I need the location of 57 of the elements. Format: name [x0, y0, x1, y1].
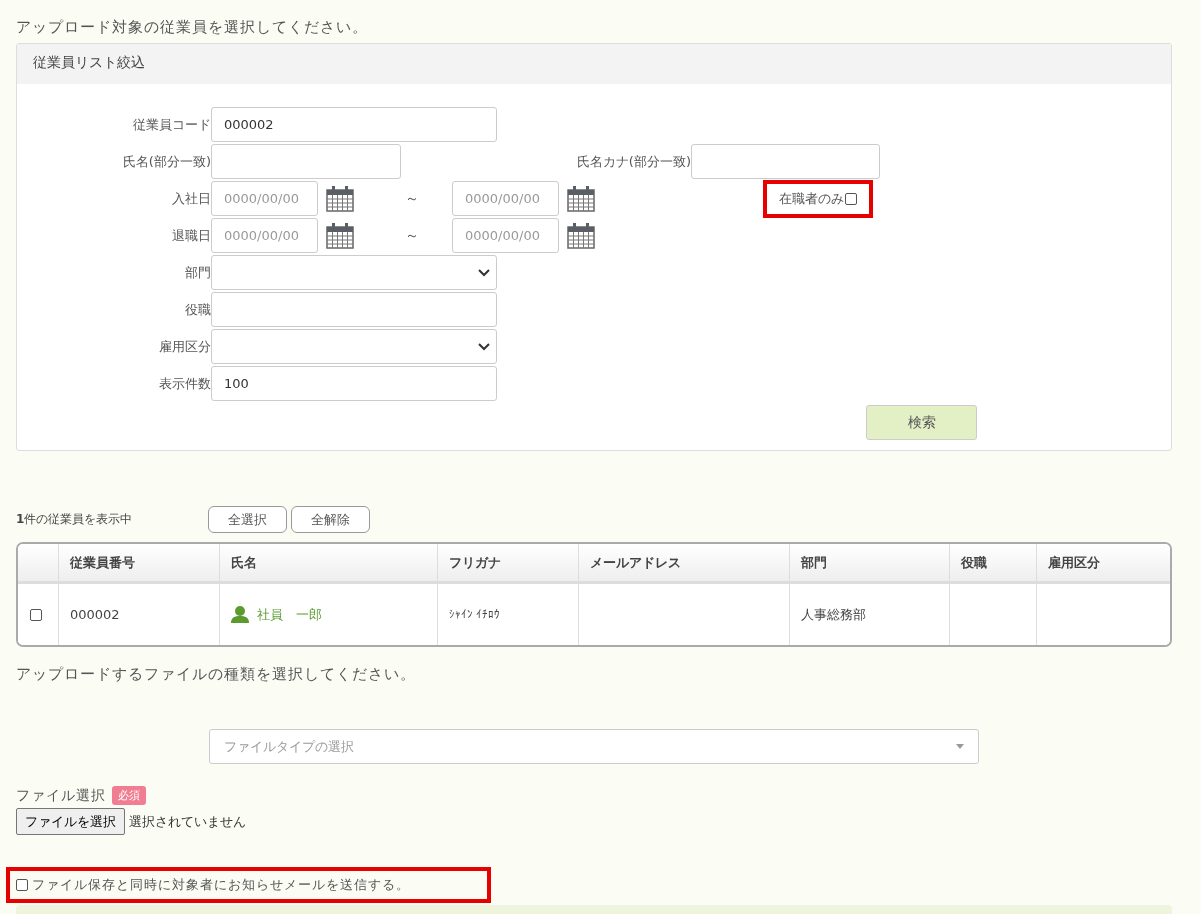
calendar-icon[interactable]	[326, 185, 354, 212]
field-label: ファイル選択	[16, 786, 106, 805]
field-label: 表示件数	[158, 374, 211, 393]
select-field[interactable]	[211, 329, 497, 364]
calendar-icon[interactable]	[326, 222, 354, 249]
column-header: フリガナ	[437, 544, 578, 581]
column-header: 部門	[789, 544, 949, 581]
select-toggle-button[interactable]: 全選択	[208, 506, 287, 533]
date-field[interactable]: 0000/00/00	[452, 181, 559, 216]
input-field[interactable]	[211, 144, 401, 179]
checkbox[interactable]	[845, 192, 857, 205]
date-field[interactable]: 0000/00/00	[211, 218, 318, 253]
date-field[interactable]: 0000/00/00	[211, 181, 318, 216]
field-label: 退職日	[171, 226, 211, 245]
column-header: 氏名	[219, 544, 437, 581]
field-label: 雇用区分	[158, 337, 211, 356]
column-header: メールアドレス	[578, 544, 789, 581]
instruction-text: アップロード対象の従業員を選択してください。	[16, 18, 369, 37]
select-field[interactable]	[211, 255, 497, 290]
employee-name-link[interactable]: 社員 一郎	[257, 605, 322, 624]
column-header: 役職	[949, 544, 1036, 581]
table-cell: ｼｬｲﾝ ｲﾁﾛｳ	[437, 584, 578, 645]
search-button[interactable]: 検索	[866, 405, 977, 440]
column-header: 従業員番号	[58, 544, 219, 581]
caret-icon	[956, 744, 964, 749]
field-label: 部門	[184, 263, 211, 282]
checkbox-label: ファイル保存と同時に対象者にお知らせメールを送信する。	[32, 876, 410, 894]
field-label: 役職	[184, 300, 211, 319]
result-count: 1件の従業員を表示中	[16, 511, 134, 528]
select-toggle-button[interactable]: 全解除	[291, 506, 370, 533]
input-field[interactable]	[691, 144, 880, 179]
checkbox-label: 在職者のみ	[779, 189, 844, 208]
field-label: 氏名(部分一致)	[121, 152, 211, 171]
field-label: 氏名カナ(部分一致)	[575, 152, 691, 171]
row-checkbox[interactable]	[30, 608, 42, 621]
column-header: 雇用区分	[1036, 544, 1170, 581]
range-separator: ～	[405, 226, 420, 245]
field-label: 入社日	[171, 189, 211, 208]
date-field[interactable]: 0000/00/00	[452, 218, 559, 253]
chevron-down-icon	[478, 342, 490, 351]
range-separator: ～	[405, 189, 420, 208]
table-cell: 000002	[58, 584, 219, 645]
input-field[interactable]: 000002	[211, 107, 497, 142]
table-cell: 人事総務部	[789, 584, 949, 645]
no-file-text: 選択されていません	[129, 812, 246, 831]
calendar-icon[interactable]	[567, 222, 595, 249]
instruction-text: アップロードするファイルの種類を選択してください。	[16, 665, 417, 684]
chevron-down-icon	[478, 268, 490, 277]
input-field[interactable]	[211, 292, 497, 327]
panel-title: 従業員リスト絞込	[17, 44, 1171, 84]
calendar-icon[interactable]	[567, 185, 595, 212]
required-badge: 必須	[112, 786, 146, 805]
choose-file-button[interactable]: ファイルを選択	[16, 808, 125, 835]
person-icon	[231, 606, 249, 623]
field-label: 従業員コード	[132, 115, 211, 134]
checkbox[interactable]	[16, 879, 28, 891]
input-field[interactable]: 100	[211, 366, 497, 401]
